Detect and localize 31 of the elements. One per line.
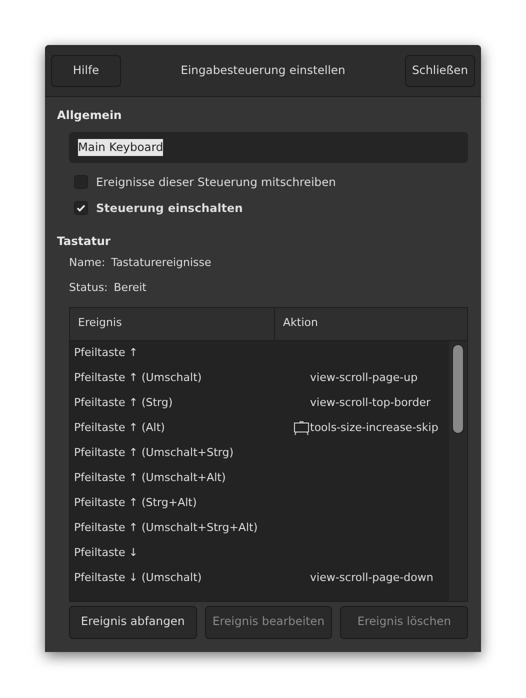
table-cell-text: Pfeiltaste ↓	[74, 544, 139, 561]
dialog-title: Eingabesteuerung einstellen	[180, 62, 346, 79]
close-button[interactable]: Schließen	[405, 54, 475, 86]
column-header[interactable]: Ereignis	[70, 308, 275, 340]
table-cell-text: Pfeiltaste ↑ (Umschalt+Alt)	[74, 470, 227, 486]
info-value: Tastaturereignisse	[111, 254, 212, 271]
table-cell-text: view-scroll-top-border	[310, 394, 430, 411]
event-button[interactable]: Ereignis abfangen	[69, 606, 197, 638]
info-value: Bereit	[114, 280, 146, 296]
section-heading: Tastatur	[57, 233, 112, 250]
checkbox-label: Steuerung einschalten	[96, 200, 243, 217]
checkbox[interactable]	[74, 201, 88, 216]
table-cell-text: Pfeiltaste ↑ (Umschalt+Strg)	[74, 444, 234, 461]
info-label: Status:	[69, 280, 108, 296]
table-cell-text: Pfeiltaste ↓ (Umschalt)	[74, 570, 203, 586]
table-cell-text: Pfeiltaste ↑ (Strg+Alt)	[74, 494, 198, 511]
table-cell-text: tools-size-increase-skip	[310, 420, 438, 436]
section-heading: Allgemein	[57, 107, 123, 124]
table-cell-text: Pfeiltaste ↑	[74, 344, 139, 361]
table-cell-text: Pfeiltaste ↑ (Strg)	[74, 394, 174, 411]
name-field[interactable]: Main Keyboard	[69, 132, 468, 164]
checkbox-label: Ereignisse dieser Steuerung mitschreiben	[96, 174, 336, 191]
scrollbar-thumb[interactable]	[452, 344, 464, 434]
column-header[interactable]: Aktion	[275, 308, 467, 340]
table-cell-text: Pfeiltaste ↑ (Umschalt)	[74, 370, 203, 386]
info-label: Name:	[69, 254, 106, 271]
table-cell-text: Pfeiltaste ↑ (Umschalt+Strg+Alt)	[74, 520, 259, 536]
table-cell-text: Pfeiltaste ↑ (Alt)	[74, 420, 166, 436]
table-cell-text: view-scroll-page-up	[310, 370, 418, 386]
help-button[interactable]: Hilfe	[51, 54, 121, 86]
table-cell-text: view-scroll-page-down	[310, 570, 434, 586]
